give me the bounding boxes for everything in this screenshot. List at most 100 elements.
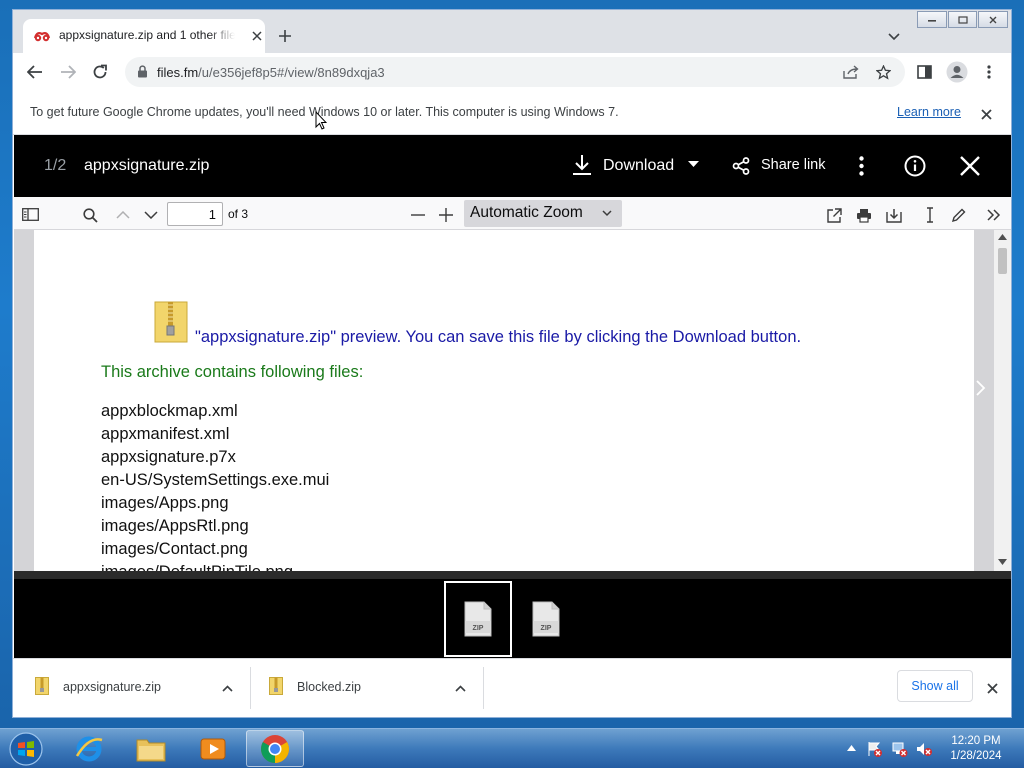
forward-arrow-icon[interactable] xyxy=(58,62,78,82)
up-icon[interactable] xyxy=(114,207,132,223)
zoom-out-icon[interactable] xyxy=(409,207,427,223)
file-explorer-icon[interactable] xyxy=(122,730,180,767)
new-tab-icon[interactable] xyxy=(275,26,295,46)
thumbnail-label: ZIP xyxy=(541,625,552,632)
clock-date: 1/28/2024 xyxy=(950,750,1002,762)
download-label[interactable]: Download xyxy=(603,157,674,175)
list-item: en-US/SystemSettings.exe.mui xyxy=(101,471,330,489)
viewer-filename: appxsignature.zip xyxy=(84,157,210,174)
more-vert-icon[interactable] xyxy=(979,62,999,82)
browser-toolbar: files.fm/u/e356jef8p5#/view/8n89dxqja3 xyxy=(13,53,1011,91)
chevron-down-icon xyxy=(688,161,699,168)
chevron-up-icon[interactable] xyxy=(452,680,468,696)
side-panel-icon[interactable] xyxy=(914,62,934,82)
downloads-bar: appxsignature.zip Blocked.zip Show all xyxy=(13,658,1011,717)
url-path: /u/e356jef8p5#/view/8n89dxqja3 xyxy=(198,65,385,80)
zip-folder-icon xyxy=(154,301,188,343)
tab-close-icon[interactable] xyxy=(249,28,265,44)
zip-file-icon xyxy=(35,677,49,695)
list-item: appxmanifest.xml xyxy=(101,425,230,443)
network-icon[interactable] xyxy=(891,740,909,758)
list-item: images/Contact.png xyxy=(101,540,248,558)
action-center-icon[interactable] xyxy=(866,740,884,758)
thumbnail-strip: ZIP ZIP xyxy=(14,571,1011,658)
zoom-in-icon[interactable] xyxy=(437,206,455,224)
internet-explorer-icon[interactable] xyxy=(60,730,118,767)
share-icon[interactable] xyxy=(841,62,861,82)
viewer-header: 1/2 appxsignature.zip Download Share lin… xyxy=(14,135,1011,197)
window-controls xyxy=(917,11,1009,29)
share-link-icon[interactable] xyxy=(732,157,750,175)
url-host: files.fm xyxy=(157,65,199,80)
download-item[interactable]: Blocked.zip xyxy=(251,659,483,718)
page-count: of 3 xyxy=(228,207,249,221)
sidebar-toggle-icon[interactable] xyxy=(21,206,39,222)
profile-icon[interactable] xyxy=(945,60,969,84)
chrome-icon[interactable] xyxy=(246,730,304,767)
preview-line: "appxsignature.zip" preview. You can sav… xyxy=(195,328,802,346)
zoom-chevron-icon xyxy=(602,210,612,217)
text-cursor-icon[interactable] xyxy=(921,206,939,224)
archive-file-list: appxblockmap.xml appxmanifest.xml appxsi… xyxy=(101,400,329,571)
pdf-viewer-area[interactable]: "appxsignature.zip" preview. You can sav… xyxy=(14,230,1011,571)
close-icon[interactable] xyxy=(958,154,982,178)
info-icon[interactable] xyxy=(903,154,927,178)
update-infobar: To get future Google Chrome updates, you… xyxy=(13,91,1011,135)
tab-search-icon[interactable] xyxy=(885,28,903,46)
chevron-up-icon[interactable] xyxy=(219,680,235,696)
reload-icon[interactable] xyxy=(90,62,110,82)
system-clock[interactable]: 12:20 PM 1/28/2024 xyxy=(941,734,1011,764)
divider xyxy=(483,667,484,709)
zoom-select[interactable]: Automatic Zoom xyxy=(464,200,622,227)
back-arrow-icon[interactable] xyxy=(25,62,45,82)
url-text: files.fm/u/e356jef8p5#/view/8n89dxqja3 xyxy=(157,65,385,80)
scroll-up-icon[interactable] xyxy=(998,234,1007,240)
download-item[interactable]: appxsignature.zip xyxy=(13,659,249,718)
tab-active[interactable]: appxsignature.zip and 1 other file xyxy=(23,19,265,53)
close-window-button[interactable] xyxy=(978,11,1009,28)
tab-strip: appxsignature.zip and 1 other file xyxy=(13,10,1011,53)
learn-more-link[interactable]: Learn more xyxy=(897,105,961,119)
tab-title: appxsignature.zip and 1 other file xyxy=(59,28,235,42)
tray-expand-icon[interactable] xyxy=(845,742,857,754)
viewer-more-icon[interactable] xyxy=(851,155,871,177)
scroll-down-icon[interactable] xyxy=(998,559,1007,565)
infobar-close-icon[interactable] xyxy=(977,105,995,123)
more-tools-icon[interactable] xyxy=(985,206,1003,224)
show-all-button[interactable]: Show all xyxy=(897,670,973,702)
media-player-icon[interactable] xyxy=(184,730,242,767)
scrollbar-thumb[interactable] xyxy=(998,248,1007,274)
next-file-icon[interactable] xyxy=(974,378,988,398)
vertical-scrollbar[interactable] xyxy=(994,230,1011,571)
print-icon[interactable] xyxy=(855,206,873,224)
open-external-icon[interactable] xyxy=(825,206,843,224)
list-item: images/AppsRtl.png xyxy=(101,517,249,535)
strip-divider xyxy=(14,571,1011,579)
thumbnail-item[interactable]: ZIP xyxy=(444,581,512,657)
draw-icon[interactable] xyxy=(949,206,967,224)
list-item: images/DefaultPinTile.png xyxy=(101,561,329,571)
pdf-page: "appxsignature.zip" preview. You can sav… xyxy=(34,230,974,571)
volume-icon[interactable] xyxy=(915,740,933,758)
maximize-button[interactable] xyxy=(947,11,978,28)
download-name: Blocked.zip xyxy=(297,680,361,694)
page-number-input[interactable] xyxy=(167,202,223,226)
share-link-label[interactable]: Share link xyxy=(761,157,825,173)
download-name: appxsignature.zip xyxy=(63,680,161,694)
thumbnail-item[interactable]: ZIP xyxy=(512,581,580,657)
list-item: appxsignature.p7x xyxy=(101,448,236,466)
files-fm-icon xyxy=(33,29,51,43)
start-button[interactable] xyxy=(6,730,46,768)
save-icon[interactable] xyxy=(885,206,903,224)
lock-icon xyxy=(137,65,148,78)
address-bar[interactable]: files.fm/u/e356jef8p5#/view/8n89dxqja3 xyxy=(125,57,905,87)
download-icon xyxy=(572,154,592,176)
down-icon[interactable] xyxy=(142,207,160,223)
pdf-toolbar: of 3 Automatic Zoom xyxy=(14,197,1011,230)
search-icon[interactable] xyxy=(81,206,99,224)
star-icon[interactable] xyxy=(873,62,893,82)
downloads-close-icon[interactable] xyxy=(983,679,1001,697)
zip-file-icon xyxy=(269,677,283,695)
mouse-cursor-icon xyxy=(315,111,327,130)
minimize-button[interactable] xyxy=(917,11,947,28)
